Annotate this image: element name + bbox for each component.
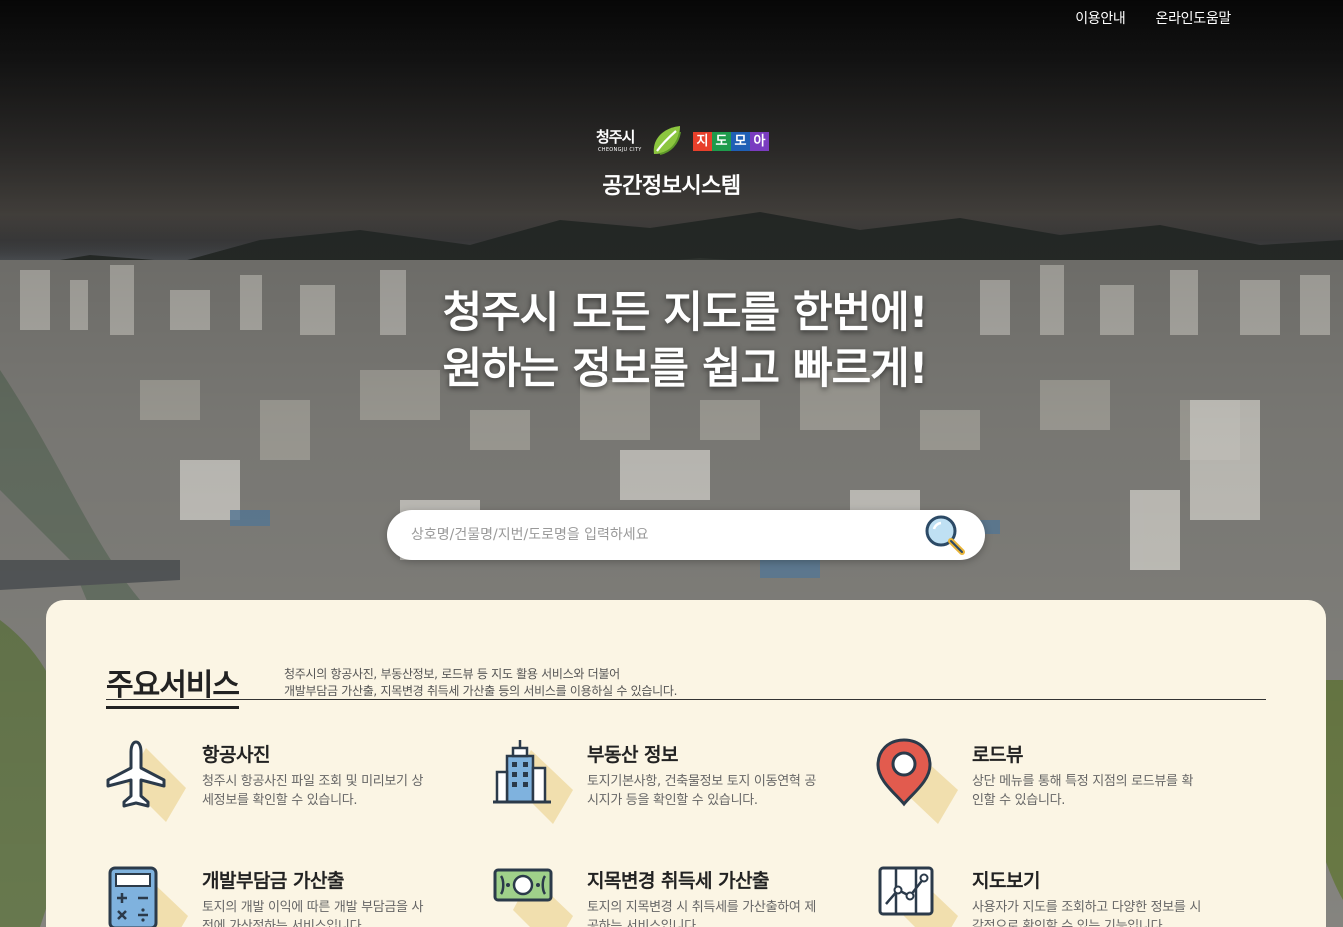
- services-header: 주요서비스 청주시의 항공사진, 부동산정보, 로드뷰 등 지도 활용 서비스와…: [106, 660, 1266, 709]
- service-development-charge[interactable]: 개발부담금 가산출 토지의 개발 이익에 따른 개발 부담금을 사전에 가산정하…: [106, 864, 436, 927]
- top-nav: 이용안내 온라인도움말: [1075, 8, 1231, 28]
- money-icon: [493, 868, 573, 927]
- service-title: 부동산 정보: [587, 744, 679, 766]
- search-input[interactable]: [411, 523, 911, 547]
- service-title: 로드뷰: [972, 744, 1023, 766]
- service-desc: 사용자가 지도를 조회하고 다양한 정보를 시각적으로 확인할 수 있는 기능입…: [972, 900, 1202, 927]
- services-desc-line-2: 개발부담금 가산출, 지목변경 취득세 가산출 등의 서비스를 이용하실 수 있…: [284, 684, 678, 698]
- search-bar: [387, 510, 985, 560]
- jidomoa-char-2: 도: [712, 132, 731, 151]
- cheongju-leaf-icon: [653, 126, 681, 155]
- hero-headline: 청주시 모든 지도를 한번에! 원하는 정보를 쉽고 빠르게!: [0, 285, 1343, 397]
- headline-line-1: 청주시 모든 지도를 한번에!: [442, 288, 929, 338]
- services-title: 주요서비스: [106, 660, 240, 709]
- jidomoa-char-1: 지: [693, 132, 712, 151]
- building-icon: [493, 740, 573, 824]
- service-desc: 상단 메뉴를 통해 특정 지점의 로드뷰를 확인할 수 있습니다.: [972, 774, 1194, 808]
- service-desc: 토지의 지목변경 시 취득세를 가산출하여 제공하는 서비스입니다.: [587, 900, 817, 927]
- service-title: 지목변경 취득세 가산출: [587, 870, 770, 892]
- services-description: 청주시의 항공사진, 부동산정보, 로드뷰 등 지도 활용 서비스와 더불어 개…: [284, 666, 677, 700]
- jidomoa-logo: 지 도 모 아: [693, 132, 769, 151]
- brand-city-name: 청주시: [596, 128, 635, 146]
- service-map-view[interactable]: 지도보기 사용자가 지도를 조회하고 다양한 정보를 시각적으로 확인할 수 있…: [876, 864, 1206, 927]
- service-real-estate[interactable]: 부동산 정보 토지기본사항, 건축물정보 토지 이동연혁 공시지가 등을 확인할…: [491, 738, 821, 838]
- system-title: 공간정보시스템: [602, 174, 741, 199]
- service-title: 지도보기: [972, 870, 1040, 892]
- service-desc: 토지기본사항, 건축물정보 토지 이동연혁 공시지가 등을 확인할 수 있습니다…: [587, 774, 817, 808]
- jidomoa-char-4: 아: [750, 132, 769, 151]
- nav-help-link[interactable]: 온라인도움말: [1156, 8, 1232, 28]
- jidomoa-char-3: 모: [731, 132, 750, 151]
- service-acquisition-tax[interactable]: 지목변경 취득세 가산출 토지의 지목변경 시 취득세를 가산출하여 제공하는 …: [491, 864, 821, 927]
- service-desc: 청주시 항공사진 파일 조회 및 미리보기 상세정보를 확인할 수 있습니다.: [202, 774, 424, 808]
- calculator-icon: [108, 866, 188, 927]
- service-title: 개발부담금 가산출: [202, 870, 344, 892]
- service-aerial-photo[interactable]: 항공사진 청주시 항공사진 파일 조회 및 미리보기 상세정보를 확인할 수 있…: [106, 738, 436, 838]
- service-title: 항공사진: [202, 744, 270, 766]
- headline-line-2: 원하는 정보를 쉽고 빠르게!: [442, 344, 929, 394]
- search-icon[interactable]: [923, 513, 967, 557]
- airplane-icon: [106, 740, 186, 822]
- services-desc-line-1: 청주시의 항공사진, 부동산정보, 로드뷰 등 지도 활용 서비스와 더불어: [284, 667, 620, 681]
- brand-city-english: CHEONGJU CITY: [598, 147, 642, 153]
- map-icon: [878, 866, 958, 927]
- service-desc: 토지의 개발 이익에 따른 개발 부담금을 사전에 가산정하는 서비스입니다.: [202, 900, 424, 927]
- map-pin-icon: [876, 738, 958, 824]
- nav-guide-link[interactable]: 이용안내: [1075, 8, 1126, 28]
- service-road-view[interactable]: 로드뷰 상단 메뉴를 통해 특정 지점의 로드뷰를 확인할 수 있습니다.: [876, 738, 1206, 838]
- brand-logo[interactable]: 청주시 CHEONGJU CITY 지 도 모 아: [596, 124, 776, 164]
- main-services-panel: 주요서비스 청주시의 항공사진, 부동산정보, 로드뷰 등 지도 활용 서비스와…: [46, 600, 1326, 927]
